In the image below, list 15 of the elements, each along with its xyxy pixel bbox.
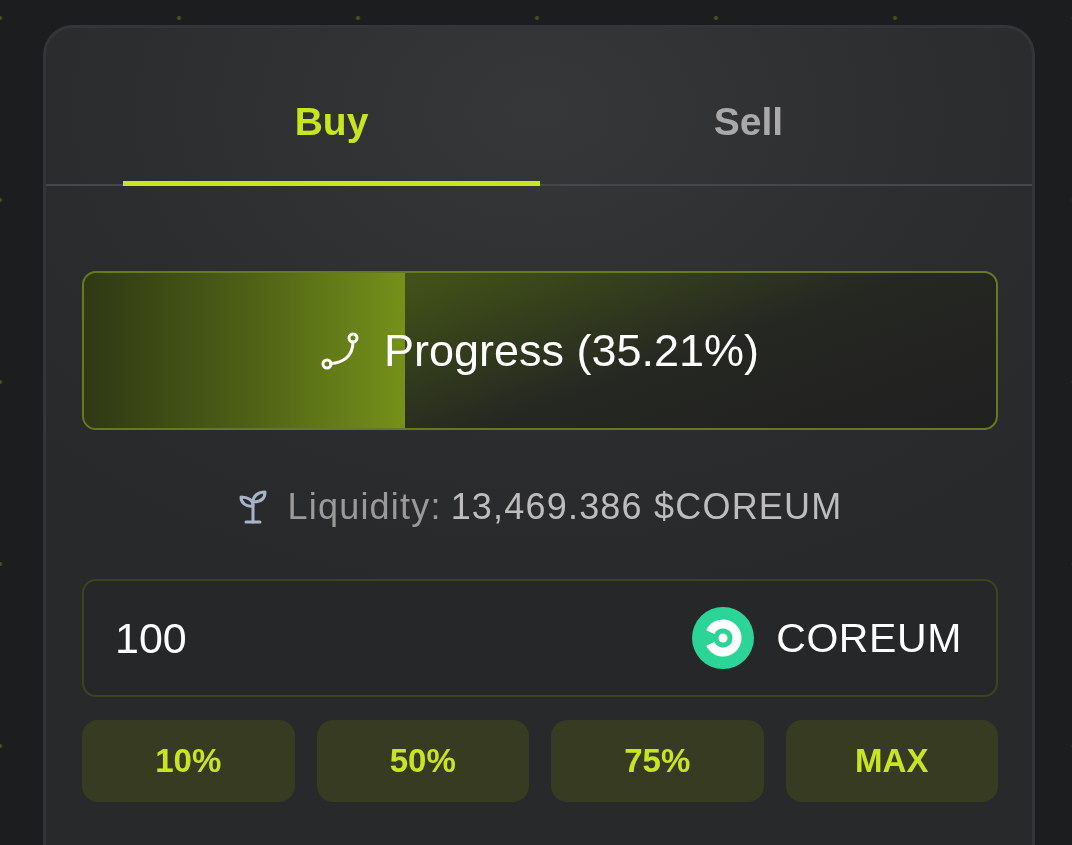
tab[interactable]: Buy bbox=[123, 28, 540, 186]
amount-input[interactable]: 100 bbox=[115, 612, 693, 664]
amount-field[interactable]: 100 COREUM bbox=[82, 579, 998, 697]
curve-icon bbox=[320, 331, 359, 370]
progress-label: Progress (35.21%) bbox=[383, 324, 760, 377]
liquidity-label: Liquidity: bbox=[287, 486, 442, 528]
sprout-icon bbox=[237, 490, 268, 524]
token-label: COREUM bbox=[776, 614, 962, 662]
token-logo-icon bbox=[692, 607, 755, 669]
quick-amount-button[interactable]: 50% bbox=[316, 720, 529, 802]
liquidity-value: 13,469.386 $COREUM bbox=[450, 486, 843, 528]
quick-amount-button[interactable]: MAX bbox=[785, 720, 998, 802]
quick-amount-button[interactable]: 10% bbox=[82, 720, 295, 802]
quick-amount-button[interactable]: 75% bbox=[551, 720, 764, 802]
tab[interactable]: Sell bbox=[540, 28, 957, 186]
